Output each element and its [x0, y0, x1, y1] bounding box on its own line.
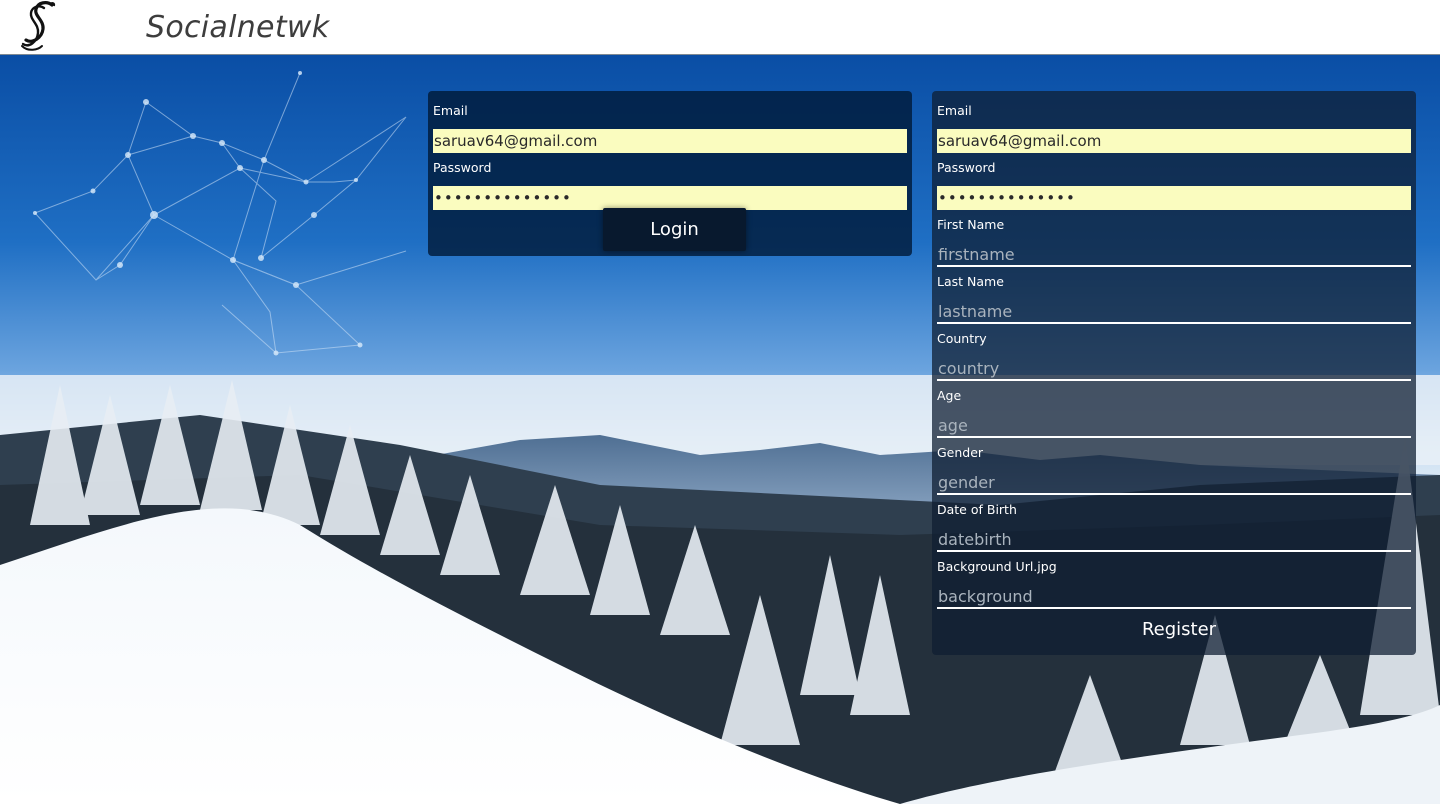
- login-password-input[interactable]: [433, 186, 907, 210]
- firstname-label: First Name: [937, 217, 1005, 232]
- register-email-input[interactable]: [937, 129, 1411, 153]
- age-input[interactable]: [937, 414, 1411, 438]
- register-password-label: Password: [937, 160, 996, 175]
- gender-input[interactable]: [937, 471, 1411, 495]
- background-url-input[interactable]: [937, 585, 1411, 609]
- register-password-input[interactable]: [937, 186, 1411, 210]
- logo-icon[interactable]: [14, 0, 62, 54]
- login-form: Email Password Login: [428, 91, 912, 256]
- datebirth-label: Date of Birth: [937, 502, 1017, 517]
- brand-name[interactable]: Socialnetwk: [146, 10, 329, 45]
- lastname-label: Last Name: [937, 274, 1004, 289]
- country-input[interactable]: [937, 357, 1411, 381]
- background-url-label: Background Url.jpg: [937, 559, 1057, 574]
- country-label: Country: [937, 331, 987, 346]
- register-form: Email Password First Name Last Name Coun…: [932, 91, 1416, 655]
- login-email-input[interactable]: [433, 129, 907, 153]
- datebirth-input[interactable]: [937, 528, 1411, 552]
- top-bar: Socialnetwk: [0, 0, 1440, 55]
- register-email-label: Email: [937, 103, 972, 118]
- register-button[interactable]: Register: [1108, 609, 1250, 649]
- firstname-input[interactable]: [937, 243, 1411, 267]
- age-label: Age: [937, 388, 962, 403]
- gender-label: Gender: [937, 445, 984, 460]
- login-password-label: Password: [433, 160, 492, 175]
- lastname-input[interactable]: [937, 300, 1411, 324]
- login-button[interactable]: Login: [603, 208, 746, 251]
- login-email-label: Email: [433, 103, 468, 118]
